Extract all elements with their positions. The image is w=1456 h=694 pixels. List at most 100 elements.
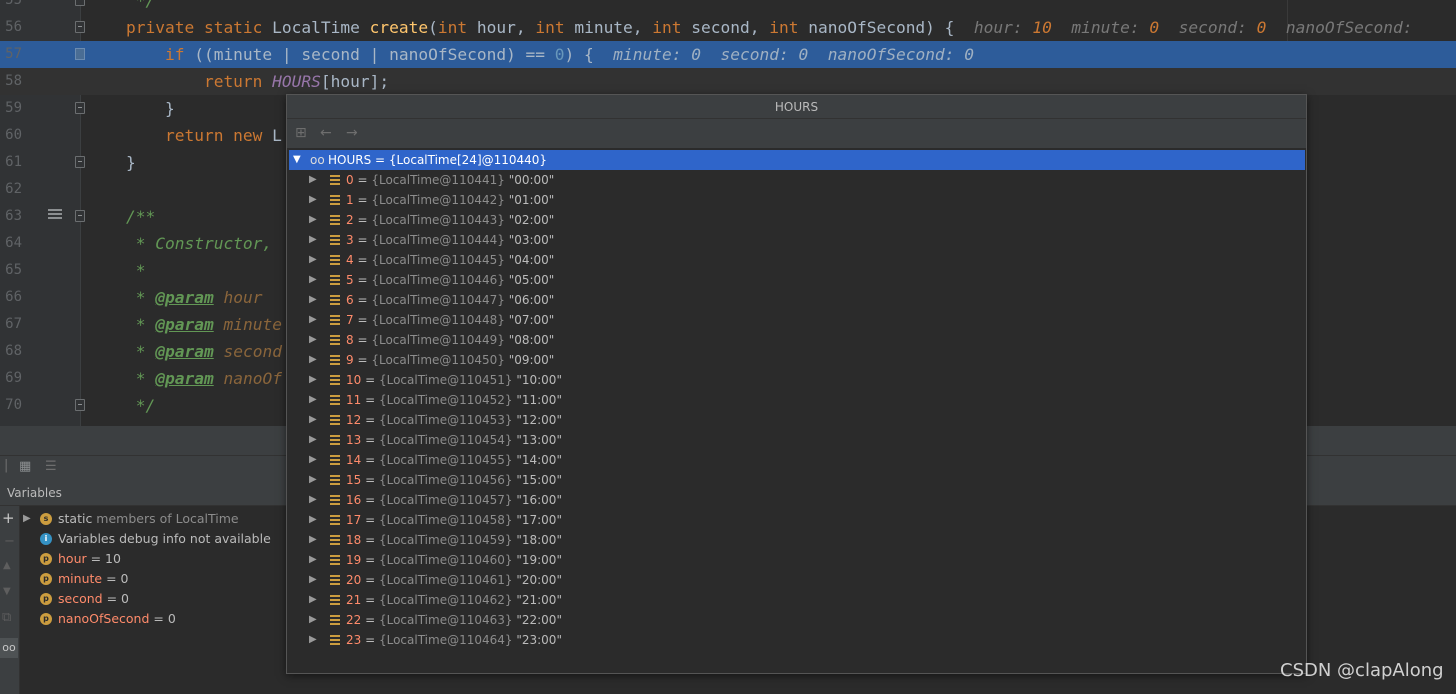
- code-text[interactable]: * Constructor,: [87, 230, 272, 257]
- code-text[interactable]: * @param minute: [87, 311, 282, 338]
- expand-triangle-icon[interactable]: ▶: [309, 610, 317, 630]
- expand-triangle-icon[interactable]: ▶: [309, 290, 317, 310]
- code-line[interactable]: 58 return HOURS[hour];: [0, 68, 1456, 95]
- code-text[interactable]: private static LocalTime create(int hour…: [87, 14, 1422, 41]
- expand-triangle-icon[interactable]: ▶: [309, 250, 317, 270]
- code-text[interactable]: }: [87, 149, 136, 176]
- expand-triangle-icon[interactable]: ▶: [309, 190, 317, 210]
- watches-glasses-icon[interactable]: oo: [0, 638, 18, 658]
- expand-triangle-icon[interactable]: ▶: [309, 530, 317, 550]
- expand-triangle-icon[interactable]: ▶: [309, 490, 317, 510]
- code-text[interactable]: if ((minute | second | nanoOfSecond) == …: [87, 41, 974, 68]
- forward-arrow-icon[interactable]: →: [346, 125, 358, 141]
- expand-triangle-icon[interactable]: ▶: [309, 470, 317, 490]
- tree-root-row[interactable]: ▼ oo HOURS = {LocalTime[24]@110440}: [289, 150, 1305, 170]
- array-element-row[interactable]: ▶ 23 = {LocalTime@110464} "23:00": [287, 630, 1306, 650]
- array-element-row[interactable]: ▶ 7 = {LocalTime@110448} "07:00": [287, 310, 1306, 330]
- move-up-icon[interactable]: ▲: [3, 560, 11, 571]
- fold-marker-icon[interactable]: [75, 21, 85, 33]
- line-number[interactable]: 69: [0, 365, 22, 392]
- popup-value-tree[interactable]: ▼ oo HOURS = {LocalTime[24]@110440} ▶ 0 =…: [287, 148, 1306, 673]
- array-element-row[interactable]: ▶ 14 = {LocalTime@110455} "14:00": [287, 450, 1306, 470]
- array-element-row[interactable]: ▶ 9 = {LocalTime@110450} "09:00": [287, 350, 1306, 370]
- expand-triangle-icon[interactable]: ▶: [309, 630, 317, 650]
- line-number[interactable]: 65: [0, 257, 22, 284]
- expand-triangle-icon[interactable]: ▶: [309, 590, 317, 610]
- code-text[interactable]: */: [87, 392, 156, 419]
- expand-triangle-icon[interactable]: ▶: [309, 570, 317, 590]
- line-number[interactable]: 60: [0, 122, 22, 149]
- table-view-icon[interactable]: ▦: [19, 459, 31, 474]
- expand-triangle-icon[interactable]: ▶: [309, 210, 317, 230]
- array-element-row[interactable]: ▶ 11 = {LocalTime@110452} "11:00": [287, 390, 1306, 410]
- array-element-row[interactable]: ▶ 12 = {LocalTime@110453} "12:00": [287, 410, 1306, 430]
- line-number[interactable]: 59: [0, 95, 22, 122]
- code-text[interactable]: /**: [87, 203, 155, 230]
- array-element-row[interactable]: ▶ 16 = {LocalTime@110457} "16:00": [287, 490, 1306, 510]
- array-element-row[interactable]: ▶ 18 = {LocalTime@110459} "18:00": [287, 530, 1306, 550]
- array-element-row[interactable]: ▶ 17 = {LocalTime@110458} "17:00": [287, 510, 1306, 530]
- fold-marker-icon[interactable]: [75, 399, 85, 411]
- line-number[interactable]: 67: [0, 311, 22, 338]
- code-line[interactable]: 56 private static LocalTime create(int h…: [0, 14, 1456, 41]
- line-number[interactable]: 57: [0, 41, 22, 68]
- doc-render-icon[interactable]: [48, 209, 62, 221]
- code-line[interactable]: 55 */: [0, 0, 1456, 14]
- execution-point-icon[interactable]: [75, 48, 85, 60]
- code-text[interactable]: return new L: [87, 122, 282, 149]
- expand-triangle-icon[interactable]: ▶: [309, 430, 317, 450]
- fold-marker-icon[interactable]: [75, 210, 85, 222]
- code-text[interactable]: */: [87, 0, 156, 14]
- array-element-row[interactable]: ▶ 13 = {LocalTime@110454} "13:00": [287, 430, 1306, 450]
- array-element-row[interactable]: ▶ 3 = {LocalTime@110444} "03:00": [287, 230, 1306, 250]
- evaluate-icon[interactable]: ⊞: [295, 125, 307, 141]
- line-number[interactable]: 63: [0, 203, 22, 230]
- line-number[interactable]: 70: [0, 392, 22, 419]
- code-text[interactable]: * @param nanoOf: [87, 365, 282, 392]
- expand-triangle-icon[interactable]: ▶: [309, 170, 317, 190]
- expand-triangle-icon[interactable]: ▶: [309, 230, 317, 250]
- line-number[interactable]: 56: [0, 14, 22, 41]
- expand-triangle-icon[interactable]: ▶: [309, 390, 317, 410]
- array-element-row[interactable]: ▶ 4 = {LocalTime@110445} "04:00": [287, 250, 1306, 270]
- line-number[interactable]: 64: [0, 230, 22, 257]
- fold-marker-icon[interactable]: [75, 102, 85, 114]
- fold-marker-icon[interactable]: [75, 156, 85, 168]
- code-line[interactable]: 57 if ((minute | second | nanoOfSecond) …: [0, 41, 1456, 68]
- array-element-row[interactable]: ▶ 10 = {LocalTime@110451} "10:00": [287, 370, 1306, 390]
- array-element-row[interactable]: ▶ 8 = {LocalTime@110449} "08:00": [287, 330, 1306, 350]
- code-text[interactable]: return HOURS[hour];: [87, 68, 389, 95]
- array-element-row[interactable]: ▶ 0 = {LocalTime@110441} "00:00": [287, 170, 1306, 190]
- array-element-row[interactable]: ▶ 1 = {LocalTime@110442} "01:00": [287, 190, 1306, 210]
- add-watch-icon[interactable]: +: [2, 509, 15, 527]
- line-number[interactable]: 62: [0, 176, 22, 203]
- copy-icon[interactable]: ⧉: [2, 610, 11, 625]
- code-text[interactable]: * @param second: [87, 338, 282, 365]
- line-number[interactable]: 68: [0, 338, 22, 365]
- expand-triangle-icon[interactable]: ▶: [309, 370, 317, 390]
- fold-marker-icon[interactable]: [75, 0, 85, 6]
- code-text[interactable]: }: [87, 95, 175, 122]
- expand-triangle-icon[interactable]: ▶: [309, 270, 317, 290]
- move-down-icon[interactable]: ▼: [3, 586, 11, 597]
- array-element-row[interactable]: ▶ 6 = {LocalTime@110447} "06:00": [287, 290, 1306, 310]
- line-number[interactable]: 58: [0, 68, 22, 95]
- line-number[interactable]: 61: [0, 149, 22, 176]
- collapse-triangle-icon[interactable]: ▼: [293, 150, 301, 170]
- array-element-row[interactable]: ▶ 22 = {LocalTime@110463} "22:00": [287, 610, 1306, 630]
- array-element-row[interactable]: ▶ 21 = {LocalTime@110462} "21:00": [287, 590, 1306, 610]
- array-element-row[interactable]: ▶ 20 = {LocalTime@110461} "20:00": [287, 570, 1306, 590]
- expand-triangle-icon[interactable]: ▶: [309, 450, 317, 470]
- array-element-row[interactable]: ▶ 5 = {LocalTime@110446} "05:00": [287, 270, 1306, 290]
- layout-icon[interactable]: ☰: [45, 459, 57, 474]
- expand-triangle-icon[interactable]: ▶: [309, 550, 317, 570]
- code-text[interactable]: *: [87, 257, 146, 284]
- remove-watch-icon[interactable]: −: [4, 534, 15, 549]
- back-arrow-icon[interactable]: ←: [320, 125, 332, 141]
- array-element-row[interactable]: ▶ 19 = {LocalTime@110460} "19:00": [287, 550, 1306, 570]
- code-text[interactable]: * @param hour: [87, 284, 263, 311]
- array-element-row[interactable]: ▶ 2 = {LocalTime@110443} "02:00": [287, 210, 1306, 230]
- line-number[interactable]: 55: [0, 0, 22, 14]
- expand-triangle-icon[interactable]: ▶: [23, 509, 31, 529]
- expand-triangle-icon[interactable]: ▶: [309, 510, 317, 530]
